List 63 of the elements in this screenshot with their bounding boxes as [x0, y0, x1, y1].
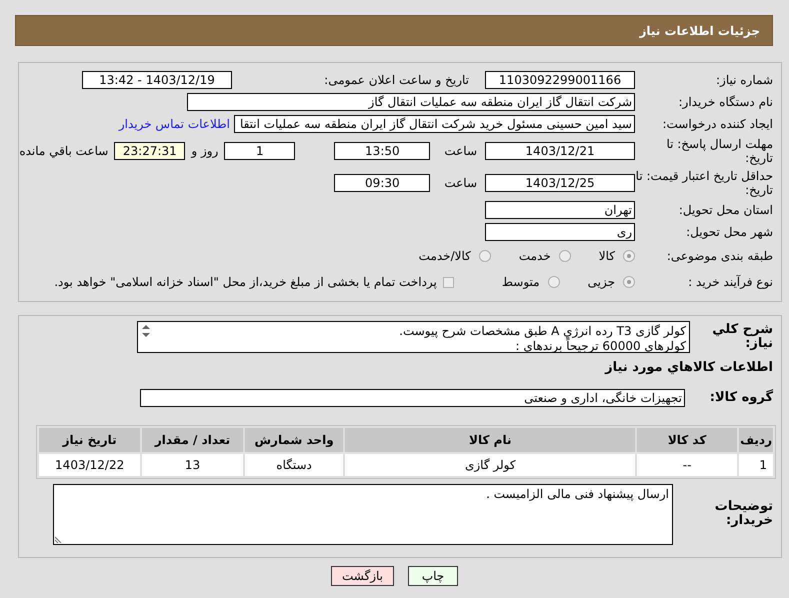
field-label: ایجاد کننده درخواست: [661, 117, 773, 131]
time-field: 13:50 [334, 142, 430, 160]
radio-button[interactable] [623, 250, 635, 262]
field-label: استان محل تحویل: [678, 203, 773, 217]
requester-field: سید امین حسینی مسئول خرید شرکت انتقال گاز ایران منطقه سه عملیات انتقا [234, 115, 635, 133]
column-header: کد کالا [637, 428, 738, 452]
table-cell: 13 [142, 454, 243, 476]
field-label: نام دستگاه خریدار: [678, 95, 773, 109]
time-field: 09:30 [334, 174, 430, 192]
date-field: 1403/12/21 [485, 142, 635, 160]
option-label: کالا/خدمت [418, 249, 471, 263]
field-label: روز و [191, 144, 218, 158]
radio-button[interactable] [548, 276, 560, 288]
need-number-field: 1103092299001166 [485, 71, 635, 89]
field-label: شهر محل تحویل: [685, 225, 773, 239]
field-label: شرح کلي نیاز: [711, 323, 773, 351]
radio-button[interactable] [478, 250, 491, 262]
print-button[interactable]: چاپ [408, 566, 458, 586]
option-label: متوسط [502, 275, 540, 289]
back-button[interactable]: بازگشت [331, 566, 394, 586]
table-cell: 1 [739, 454, 773, 476]
column-header: تاریخ نیاز [39, 428, 140, 452]
radio-button[interactable] [623, 276, 635, 288]
buyer-notes-textarea[interactable]: ارسال پیشنهاد فنی مالی الزامیست . [53, 484, 673, 544]
option-label: کالا [598, 249, 615, 263]
column-header: واحد شمارش [244, 428, 344, 452]
resize-grip-icon[interactable] [55, 534, 63, 542]
option-label: جزیی [588, 275, 615, 289]
remaining-time-field: 23:27:31 [114, 142, 186, 160]
description-textarea[interactable]: کولر گازی T3 رده انرژي A طبق مشخصات شرح پیوست. کولرهای 60000 ترجیحاً برندهای : [137, 321, 690, 353]
buyer-org-field: شرکت انتقال گاز ایران منطقه سه عملیات انتقال گاز [187, 93, 635, 111]
option-label: خدمت [518, 249, 551, 263]
field-label: ساعت [444, 176, 477, 190]
field-label: ساعت [444, 144, 477, 158]
payment-option-label: پرداخت تمام یا بخشی از مبلغ خرید،از محل "اسناد خزانه اسلامی" خواهد بود. [54, 275, 437, 289]
table-cell: کولر گازی [345, 454, 636, 476]
field-label: تاریخ و ساعت اعلان عمومی: [323, 73, 470, 87]
section-title: اطلاعات کالاهاي مورد نیاز [604, 360, 773, 375]
field-label: شماره نیاز: [715, 73, 773, 87]
date-field: 1403/12/25 [485, 174, 635, 192]
announce-date-field: 1403/12/19 - 13:42 [82, 71, 232, 89]
field-label: توضیحات خریدار: [714, 500, 773, 528]
goods-group-field: تجهیزات خانگی، اداری و صنعتی [140, 389, 685, 407]
province-field: تهران [485, 201, 635, 219]
field-label: مهلت ارسال پاسخ: تا تاریخ: [665, 137, 773, 165]
table-cell: دستگاه [244, 454, 344, 476]
scroll-arrows-icon[interactable] [141, 324, 151, 338]
column-header: نام کالا [345, 428, 636, 452]
days-field: 1 [224, 142, 296, 160]
column-header: تعداد / مقدار [142, 428, 243, 452]
page-title: جزئیات اطلاعات نیاز [639, 24, 760, 38]
field-label: طبقه بندی موضوعی: [666, 249, 773, 263]
column-header: ردیف [739, 428, 773, 452]
buyer-contact-link[interactable]: اطلاعات تماس خریدار [118, 117, 230, 131]
radio-button[interactable] [558, 250, 571, 262]
checkbox[interactable] [442, 276, 454, 288]
field-label: ساعت باقي مانده [19, 144, 108, 158]
field-label: نوع فرآیند خرید : [687, 275, 773, 289]
field-label: گروه کالا: [708, 391, 773, 405]
city-field: ری [485, 223, 635, 241]
table-cell: -- [637, 454, 738, 476]
table-cell: 1403/12/22 [39, 454, 140, 476]
field-label: حداقل تاریخ اعتبار قیمت: تا تاریخ: [635, 169, 773, 197]
